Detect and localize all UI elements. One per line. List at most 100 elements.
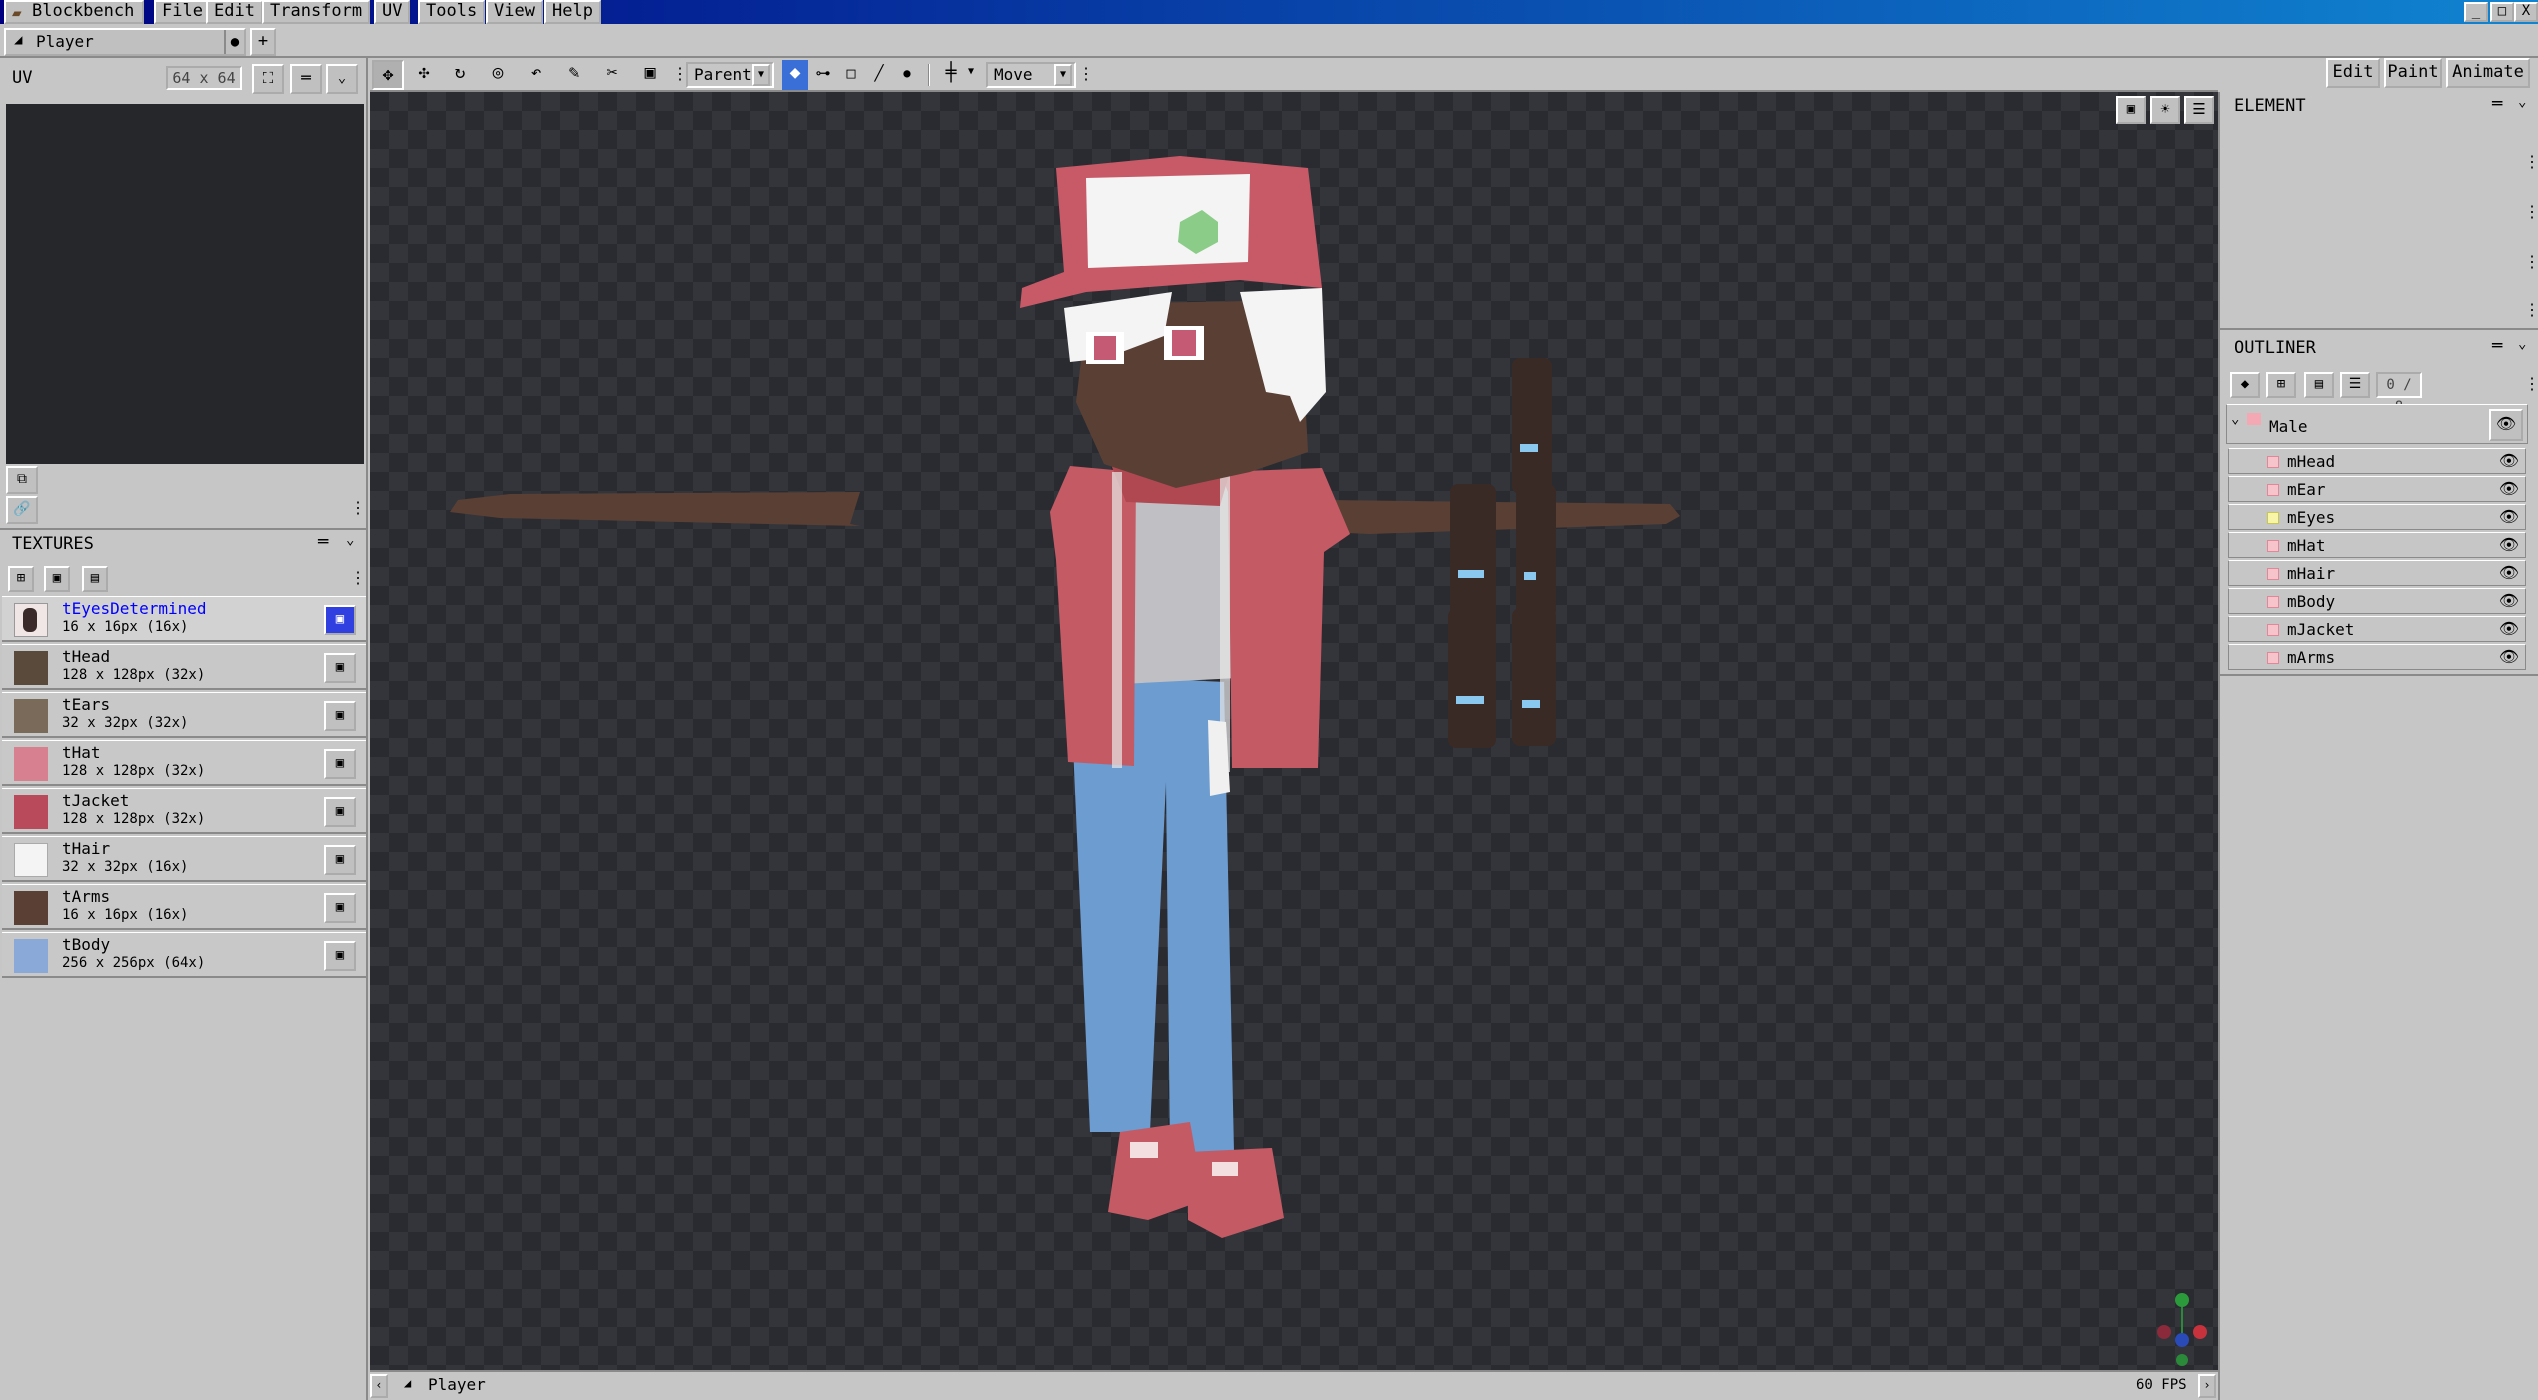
texture-save-icon[interactable]: ▣ — [324, 653, 356, 683]
visibility-eye-icon[interactable]: 👁 — [2499, 619, 2519, 638]
chevron-down-icon[interactable]: ⌄ — [326, 64, 358, 94]
screenshot-icon[interactable]: ▣ — [634, 60, 666, 90]
add-mesh-icon[interactable]: ◆ — [2230, 372, 2260, 398]
outliner-item[interactable]: mHair 👁 — [2228, 560, 2526, 586]
minimize-button[interactable]: _ — [2464, 2, 2488, 22]
folder-icon[interactable]: ▤ — [82, 566, 108, 592]
outliner-item[interactable]: mEyes 👁 — [2228, 504, 2526, 530]
app-title-button[interactable]: ▰ Blockbench — [4, 0, 144, 24]
element-more-icon-3[interactable]: ⋮ — [2524, 252, 2538, 271]
cut-icon[interactable]: ✂ — [596, 60, 628, 90]
visibility-eye-icon[interactable]: 👁 — [2499, 647, 2519, 666]
uv-menu-icon[interactable]: ═ — [290, 64, 322, 94]
texture-item[interactable]: tHat 128 x 128px (32x) ▣ — [2, 740, 366, 786]
visibility-eye-icon[interactable]: 👁 — [2499, 591, 2519, 610]
mode-animate-tab[interactable]: Animate — [2446, 58, 2530, 88]
outliner-item[interactable]: mEar 👁 — [2228, 476, 2526, 502]
add-group-icon[interactable]: ▤ — [2304, 372, 2334, 398]
texture-save-icon[interactable]: ▣ — [324, 701, 356, 731]
outliner-item[interactable]: mBody 👁 — [2228, 588, 2526, 614]
grid-icon[interactable]: ╪ — [938, 60, 964, 90]
status-right-arrow-icon[interactable]: › — [2198, 1374, 2216, 1398]
grid-dropdown-icon[interactable]: ▼ — [968, 66, 974, 77]
element-chevron-down-icon[interactable]: ⌄ — [2518, 94, 2526, 110]
texture-item[interactable]: tBody 256 x 256px (64x) ▣ — [2, 932, 366, 978]
texture-item[interactable]: tHair 32 x 32px (16x) ▣ — [2, 836, 366, 882]
transform-mode-select[interactable]: Move ▼ — [986, 62, 1076, 88]
uv-more-icon[interactable]: ⋮ — [350, 498, 366, 517]
element-menu-icon[interactable]: ═ — [2492, 94, 2502, 114]
vertex-snap-icon[interactable]: ↶ — [520, 60, 552, 90]
move-icon[interactable]: ✣ — [408, 60, 440, 90]
mirror-x-icon[interactable]: ◆ — [782, 60, 808, 90]
square-select-icon[interactable]: □ — [838, 60, 864, 90]
point-select-icon[interactable]: ● — [894, 60, 920, 90]
menu-uv[interactable]: UV — [374, 0, 411, 24]
texture-item[interactable]: tEars 32 x 32px (32x) ▣ — [2, 692, 366, 738]
visibility-eye-icon[interactable]: 👁 — [2499, 563, 2519, 582]
project-tab[interactable]: ◢ Player ● — [4, 28, 246, 56]
texture-save-icon[interactable]: ▣ — [324, 893, 356, 923]
menu-help[interactable]: Help — [544, 0, 601, 24]
element-more-icon-4[interactable]: ⋮ — [2524, 300, 2538, 319]
toolbar-overflow-icon[interactable]: ⋮ — [1078, 64, 1094, 83]
outliner-menu-icon[interactable]: ═ — [2492, 336, 2502, 356]
visibility-eye-icon[interactable]: 👁 — [2499, 507, 2519, 526]
outliner-item[interactable]: mJacket 👁 — [2228, 616, 2526, 642]
close-button[interactable]: X — [2514, 2, 2538, 22]
texture-item[interactable]: tEyesDetermined 16 x 16px (16x) ▣ — [2, 596, 366, 642]
outliner-item[interactable]: mHead 👁 — [2228, 448, 2526, 474]
visibility-eye-icon[interactable]: 👁 — [2499, 479, 2519, 498]
new-tab-button[interactable]: + — [250, 28, 276, 56]
group-visibility-eye-icon[interactable]: 👁 — [2489, 409, 2523, 441]
add-cube-icon[interactable]: ⊞ — [2266, 372, 2296, 398]
fullscreen-icon[interactable]: ⛶ — [252, 64, 284, 94]
element-more-icon-1[interactable]: ⋮ — [2524, 152, 2538, 171]
link-icon[interactable]: ⊶ — [810, 60, 836, 90]
background-image-icon[interactable]: ▣ — [2116, 96, 2146, 124]
uv-editor-canvas[interactable] — [6, 104, 364, 464]
outliner-item[interactable]: mArms 👁 — [2228, 644, 2526, 670]
outliner-chevron-down-icon[interactable]: ⌄ — [2518, 336, 2526, 352]
move-tool-icon[interactable]: ✥ — [372, 60, 404, 90]
create-texture-icon[interactable]: ▣ — [44, 566, 70, 592]
element-more-icon-2[interactable]: ⋮ — [2524, 202, 2538, 221]
group-expand-chevron-icon[interactable]: ⌄ — [2231, 411, 2239, 427]
status-left-arrow-icon[interactable]: ‹ — [370, 1374, 388, 1398]
outliner-more-icon[interactable]: ⋮ — [2524, 374, 2538, 393]
textures-more-icon[interactable]: ⋮ — [350, 568, 366, 587]
rotate-icon[interactable]: ↻ — [444, 60, 476, 90]
texture-item[interactable]: tJacket 128 x 128px (32x) ▣ — [2, 788, 366, 834]
menu-transform[interactable]: Transform — [262, 0, 371, 24]
textures-menu-icon[interactable]: ═ — [318, 532, 328, 552]
texture-save-icon[interactable]: ▣ — [324, 605, 356, 635]
viewport-menu-icon[interactable]: ☰ — [2184, 96, 2214, 124]
menu-tools[interactable]: Tools — [418, 0, 486, 24]
uv-size-input[interactable] — [166, 66, 242, 90]
visibility-eye-icon[interactable]: 👁 — [2499, 535, 2519, 554]
mode-paint-tab[interactable]: Paint — [2384, 58, 2442, 88]
project-tab-close-dot[interactable]: ● — [224, 30, 244, 54]
mode-edit-tab[interactable]: Edit — [2326, 58, 2380, 88]
lighting-icon[interactable]: ☀ — [2150, 96, 2180, 124]
collapse-icon[interactable]: ☰ — [2340, 372, 2370, 398]
visibility-eye-icon[interactable]: 👁 — [2499, 451, 2519, 470]
texture-item[interactable]: tArms 16 x 16px (16x) ▣ — [2, 884, 366, 930]
texture-save-icon[interactable]: ▣ — [324, 941, 356, 971]
parent-select[interactable]: Parent ▼ — [686, 62, 774, 88]
brush-icon[interactable]: ✎ — [558, 60, 590, 90]
textures-chevron-down-icon[interactable]: ⌄ — [346, 532, 354, 548]
uv-copy-icon[interactable]: ⧉ — [6, 466, 38, 494]
pivot-icon[interactable]: ◎ — [482, 60, 514, 90]
import-texture-icon[interactable]: ⊞ — [8, 566, 34, 592]
texture-save-icon[interactable]: ▣ — [324, 749, 356, 779]
menu-file[interactable]: File — [154, 0, 211, 24]
menu-edit[interactable]: Edit — [206, 0, 263, 24]
viewport-canvas[interactable]: ▣ ☀ ☰ — [370, 92, 2218, 1370]
line-select-icon[interactable]: ╱ — [866, 60, 892, 90]
menu-view[interactable]: View — [486, 0, 543, 24]
texture-save-icon[interactable]: ▣ — [324, 797, 356, 827]
uv-link-icon[interactable]: 🔗 — [6, 496, 38, 524]
texture-save-icon[interactable]: ▣ — [324, 845, 356, 875]
texture-item[interactable]: tHead 128 x 128px (32x) ▣ — [2, 644, 366, 690]
